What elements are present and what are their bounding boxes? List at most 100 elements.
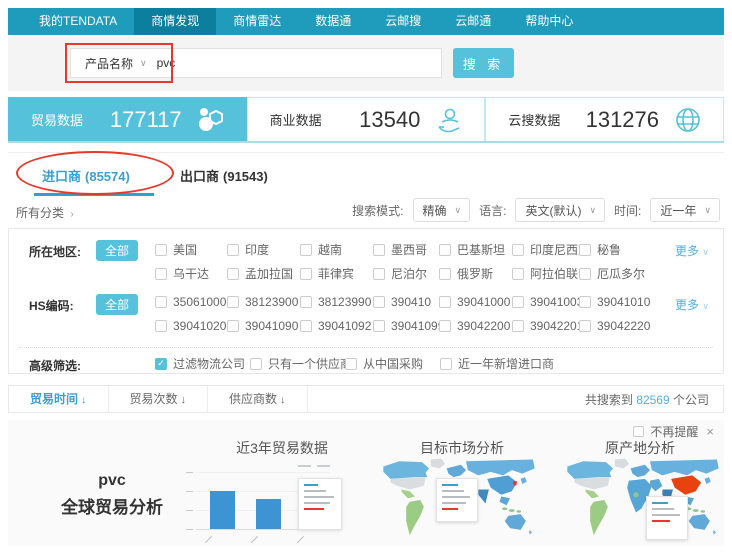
checkbox-label: 厄瓜多尔 [597,265,645,282]
region-option[interactable]: 越南 [300,241,373,258]
nav-item-data-pass[interactable]: 数据通 [298,8,368,35]
hs-option[interactable]: 39042200 [439,319,512,333]
nav-item-business-radar[interactable]: 商情雷达 [216,8,298,35]
region-option[interactable]: 秘鲁 [579,241,675,258]
stat-value: 13540 [359,107,420,133]
search-input[interactable] [157,49,441,77]
region-option[interactable]: 俄罗斯 [439,265,512,282]
checkbox-label: 美国 [173,241,197,258]
hs-option[interactable]: 38123900 [227,295,300,309]
analysis-promo-panel: 不再提醒 × 近3年贸易数据 目标市场分析 原产地分析 pvc 全球贸易分析 [8,420,724,546]
time-select[interactable]: 近一年 ∨ [650,198,720,222]
region-option[interactable]: 印度 [227,241,300,258]
region-option[interactable]: 阿拉伯联合... [512,265,579,282]
close-icon[interactable]: × [706,424,714,439]
tab-count: (91543) [223,169,268,184]
sort-by-trade-time[interactable]: 贸易时间↓ [9,386,109,413]
region-option[interactable]: 菲律宾 [300,265,373,282]
hs-option[interactable]: 39041092 [300,319,373,333]
more-label: 更多 [675,244,699,258]
search-field-label: 产品名称 [85,55,133,72]
checkbox-label: 菲律宾 [318,265,354,282]
origin-analysis-map[interactable] [558,456,728,544]
chevron-down-icon: ∨ [702,247,709,257]
hs-option[interactable]: 39041010 [579,295,675,309]
nav-item-business-discovery[interactable]: 商情发现 [134,8,216,35]
advanced-options: ✓过滤物流公司 只有一个供应商 从中国采购 近一年新增进口商 [155,355,554,372]
region-all-button[interactable]: 全部 [96,240,138,261]
checkbox-label: 秘鲁 [597,241,621,258]
checkbox-label: 38123900 [245,295,298,309]
advanced-option-filter-logistics[interactable]: ✓过滤物流公司 [155,355,250,372]
bar-year2 [256,499,281,529]
region-option[interactable]: 墨西哥 [373,241,439,258]
checkbox-label: 越南 [318,241,342,258]
advanced-option-buy-from-china[interactable]: 从中国采购 [345,355,440,372]
hs-option[interactable]: 39041020 [155,319,227,333]
tab-count: (85574) [85,169,130,184]
hs-option[interactable]: 35061000 [155,295,227,309]
checkbox-icon [227,244,239,256]
result-prefix: 共搜索到 [585,393,633,407]
hs-more-link[interactable]: 更多 ∨ [675,296,709,313]
advanced-option-single-supplier[interactable]: 只有一个供应商 [250,355,345,372]
chevron-down-icon: ∨ [589,205,596,216]
hs-option[interactable]: 390410 [373,295,439,309]
mini-bar-chart[interactable] [180,462,332,542]
checkbox-icon [439,320,451,332]
region-option[interactable]: 孟加拉国 [227,265,300,282]
checkbox-label: 乌干达 [173,265,209,282]
nav-item-cloud-mail[interactable]: 云邮通 [438,8,508,35]
stat-cloud-search-data[interactable]: 云搜数据 131276 [485,97,724,141]
stat-trade-data[interactable]: 贸易数据 177117 [8,97,247,141]
mode-select[interactable]: 精确 ∨ [413,198,471,222]
search-button[interactable]: 搜 索 [453,48,514,78]
region-option[interactable]: 巴基斯坦 [439,241,512,258]
region-options-row1: 美国 印度 越南 墨西哥 巴基斯坦 印度尼西亚 秘鲁 [155,241,675,258]
sort-by-supplier-count[interactable]: 供应商数↓ [208,386,308,413]
search-field-selector[interactable]: 产品名称 ∨ [71,49,157,77]
checkbox-icon [439,268,451,280]
tab-exporters[interactable]: 出口商(91543) [180,166,268,185]
checkbox-label: 印度 [245,241,269,258]
hs-all-button[interactable]: 全部 [96,294,138,315]
advanced-option-new-importers[interactable]: 近一年新增进口商 [440,355,554,372]
checkbox-label: 35061000 [173,295,226,309]
nav-item-cloud-mail-search[interactable]: 云邮搜 [368,8,438,35]
region-option[interactable]: 美国 [155,241,227,258]
hs-option[interactable]: 39041090 [227,319,300,333]
hs-option[interactable]: 39041000 [439,295,512,309]
stat-business-data[interactable]: 商业数据 13540 [247,97,486,141]
all-categories-link[interactable]: 所有分类 › [16,204,74,221]
globe-icon [673,105,703,135]
region-more-link[interactable]: 更多 ∨ [675,242,709,259]
hs-option[interactable]: 39041099 [373,319,439,333]
hs-option[interactable]: 39042201 [512,319,579,333]
hs-option[interactable]: 38123990 [300,295,373,309]
checkbox-icon [512,244,524,256]
target-market-map[interactable] [374,456,544,544]
search-option-selects: 搜索模式: 精确 ∨ 语言: 英文(默认) ∨ 时间: 近一年 ∨ [352,198,720,222]
x-tick-label [297,536,304,543]
checkbox-icon [300,320,312,332]
region-option[interactable]: 尼泊尔 [373,265,439,282]
region-option[interactable]: 印度尼西亚 [512,241,579,258]
tab-importers[interactable]: 进口商(85574) [42,166,130,185]
chevron-right-icon: › [70,209,73,220]
x-tick-label [251,536,258,543]
checkbox-icon [440,358,452,370]
y-tick [186,529,193,530]
y-tick [186,510,193,511]
nav-item-help-center[interactable]: 帮助中心 [508,8,590,35]
nav-item-my-tendata[interactable]: 我的TENDATA [22,8,134,35]
hs-option[interactable]: 39041003 [512,295,579,309]
checkbox-icon [300,268,312,280]
region-option[interactable]: 厄瓜多尔 [579,265,675,282]
checkbox-label: 过滤物流公司 [173,355,245,372]
hs-option[interactable]: 39042220 [579,319,675,333]
checkbox-icon[interactable] [633,426,644,437]
sort-by-trade-count[interactable]: 贸易次数↓ [109,386,209,413]
region-option[interactable]: 乌干达 [155,265,227,282]
checkbox-label: 俄罗斯 [457,265,493,282]
language-select[interactable]: 英文(默认) ∨ [515,198,605,222]
